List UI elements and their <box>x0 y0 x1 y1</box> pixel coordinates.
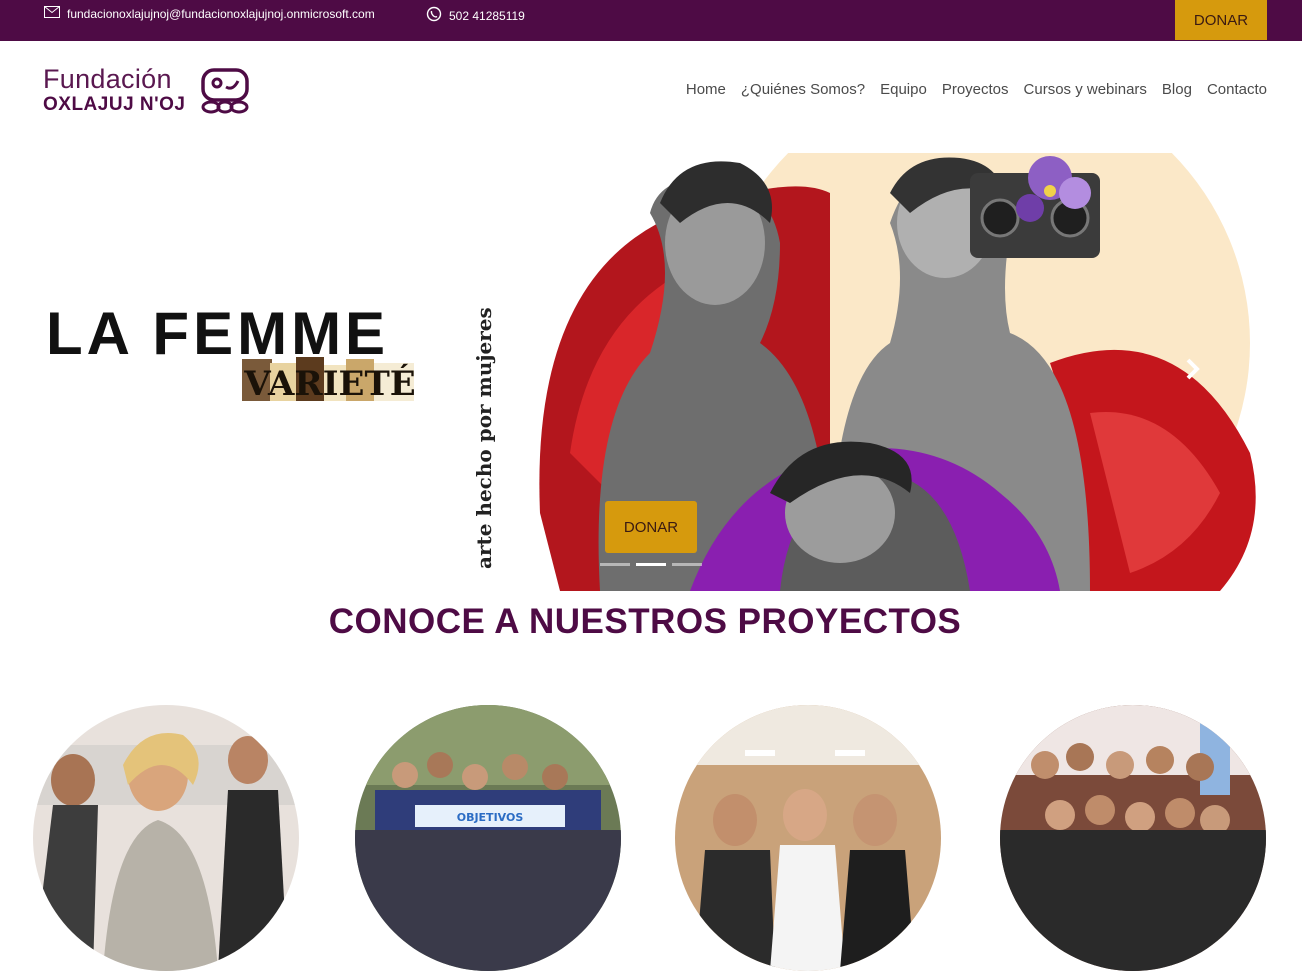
svg-text:VARIETÉ: VARIETÉ <box>243 363 415 403</box>
logo[interactable]: Fundación OXLAJUJ N'OJ <box>43 64 253 120</box>
chevron-right-icon[interactable] <box>1185 357 1201 388</box>
hero-vertical-text: arte hecho por mujeres <box>472 307 496 569</box>
top-bar: fundacionoxlajujnoj@fundacionoxlajujnoj.… <box>0 0 1302 41</box>
whatsapp-icon <box>426 6 442 25</box>
phone-contact[interactable]: 502 41285119 <box>426 6 525 25</box>
project-photo-2[interactable]: OBJETIVOS <box>355 705 621 971</box>
logo-line2: OXLAJUJ N'OJ <box>43 94 186 115</box>
project-photo-4[interactable] <box>1000 705 1266 971</box>
project-photo-1[interactable] <box>33 705 299 971</box>
nav-blog[interactable]: Blog <box>1162 81 1192 98</box>
nav-equipo[interactable]: Equipo <box>880 81 927 98</box>
mayan-glyph-icon <box>201 68 249 114</box>
carousel-indicator-2[interactable] <box>636 563 666 566</box>
svg-text:OBJETIVOS: OBJETIVOS <box>457 811 524 824</box>
main-nav: Home ¿Quiénes Somos? Equipo Proyectos Cu… <box>686 81 1267 98</box>
projects-section-title: CONOCE A NUESTROS PROYECTOS <box>328 602 962 641</box>
svg-text:arte hecho por mujeres: arte hecho por mujeres <box>472 307 496 569</box>
logo-line1: Fundación <box>43 64 172 94</box>
mail-icon <box>44 6 60 21</box>
carousel-indicators <box>600 563 702 566</box>
donate-button-top[interactable]: DONAR <box>1175 0 1267 40</box>
nav-cursos-webinars[interactable]: Cursos y webinars <box>1024 81 1147 98</box>
nav-home[interactable]: Home <box>686 81 726 98</box>
donate-button-hero[interactable]: DONAR <box>605 501 697 553</box>
project-photo-3[interactable] <box>675 705 941 971</box>
hero-subtitle: VARIETÉ <box>242 357 416 403</box>
nav-quienes-somos[interactable]: ¿Quiénes Somos? <box>741 81 865 98</box>
email-text[interactable]: fundacionoxlajujnoj@fundacionoxlajujnoj.… <box>67 7 375 21</box>
carousel-indicator-1[interactable] <box>600 563 630 566</box>
nav-contacto[interactable]: Contacto <box>1207 81 1267 98</box>
carousel-indicator-3[interactable] <box>672 563 702 566</box>
nav-proyectos[interactable]: Proyectos <box>942 81 1009 98</box>
phone-text[interactable]: 502 41285119 <box>449 9 525 23</box>
email-contact[interactable]: fundacionoxlajujnoj@fundacionoxlajujnoj.… <box>44 6 375 21</box>
hero-carousel: LA FEMME VARIETÉ arte hecho por mujeres <box>0 153 1302 591</box>
